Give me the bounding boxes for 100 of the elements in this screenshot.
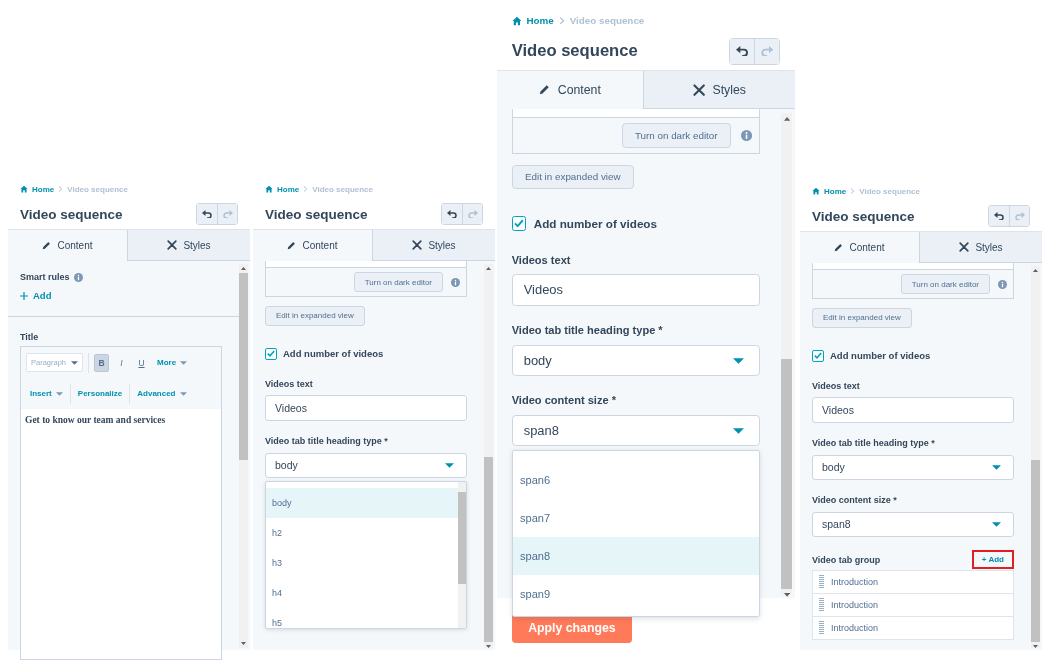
text-field[interactable]: Videos xyxy=(511,273,761,306)
home-icon xyxy=(812,187,820,195)
scroll-down-icon xyxy=(1033,645,1038,648)
cross-icon xyxy=(167,240,178,250)
panel-title: Video sequence xyxy=(265,206,368,222)
breadcrumb-current: Video sequence xyxy=(859,186,920,196)
add-link[interactable]: Add xyxy=(20,290,52,301)
checkbox[interactable] xyxy=(265,347,277,360)
field-label: Video tab title heading type * xyxy=(511,323,664,338)
home-icon xyxy=(265,185,273,193)
breadcrumb-link[interactable]: Home xyxy=(526,15,554,27)
select-field[interactable]: body xyxy=(265,452,467,478)
select-field[interactable]: span8 xyxy=(812,511,1014,537)
checkbox[interactable] xyxy=(511,216,527,231)
chevron-icon xyxy=(303,186,309,192)
checkbox-label: Add number of videos xyxy=(283,348,384,359)
menu-button[interactable]: Insert xyxy=(23,383,70,404)
select-field[interactable]: body xyxy=(812,454,1014,480)
pencil-icon xyxy=(287,240,297,250)
plus-icon xyxy=(20,291,28,300)
checkbox-label: Add number of videos xyxy=(533,217,657,231)
field-label: Videos text xyxy=(265,377,314,390)
dropdown-option[interactable]: body xyxy=(266,487,458,518)
field-label: Video tab title heading type * xyxy=(812,436,936,449)
dropdown-option[interactable]: h2 xyxy=(266,517,458,548)
breadcrumb-link[interactable]: Home xyxy=(824,186,847,196)
list-row[interactable]: Introduction xyxy=(813,592,1013,616)
select-field[interactable]: body xyxy=(511,345,761,376)
check-icon xyxy=(814,352,822,359)
panel-title: Video sequence xyxy=(20,206,123,222)
more-menu-button[interactable]: More xyxy=(154,358,191,367)
field-label: Title xyxy=(20,330,40,343)
caret-icon xyxy=(992,464,1001,470)
cross-icon xyxy=(692,83,706,96)
caret-icon xyxy=(445,462,454,468)
row-label: Introduction xyxy=(831,576,879,587)
breadcrumb-link[interactable]: Home xyxy=(32,184,55,194)
menu-button[interactable]: Advanced xyxy=(129,383,194,404)
secondary-button[interactable]: Edit in expanded view xyxy=(812,307,912,328)
dropdown-option[interactable]: span9 xyxy=(512,575,760,614)
text-field[interactable]: Videos xyxy=(265,394,467,421)
scroll-down-icon xyxy=(486,645,491,648)
dropdown-option[interactable]: h3 xyxy=(266,547,458,578)
info-icon xyxy=(740,129,752,141)
list-row[interactable]: Introduction xyxy=(813,615,1013,639)
secondary-button[interactable]: Edit in expanded view xyxy=(265,305,365,326)
tab[interactable]: Styles xyxy=(127,230,250,261)
select-field[interactable]: span8 xyxy=(511,415,761,447)
undo-icon xyxy=(735,46,749,57)
undo-icon xyxy=(994,212,1004,220)
info-icon xyxy=(451,277,460,287)
checkbox[interactable] xyxy=(812,349,824,362)
breadcrumb-current: Video sequence xyxy=(569,15,645,27)
breadcrumb-current: Video sequence xyxy=(312,184,373,194)
tab[interactable]: Styles xyxy=(919,232,1042,263)
field-label: Videos text xyxy=(511,253,572,268)
field-label: Video content size * xyxy=(812,493,898,506)
undo-icon xyxy=(447,210,457,218)
menu-button[interactable]: Personalize xyxy=(69,383,130,404)
caret-icon xyxy=(179,391,187,396)
scroll-up-icon xyxy=(1033,269,1038,272)
dropdown-option[interactable]: h5 xyxy=(266,607,458,628)
check-icon xyxy=(267,350,275,357)
row-label: Introduction xyxy=(831,599,879,610)
list-row[interactable]: Introduction xyxy=(813,570,1013,593)
dark-editor-button[interactable]: Turn on dark editor xyxy=(900,274,990,294)
caret-icon xyxy=(733,427,745,434)
editor-text: Get to know our team and services xyxy=(25,414,167,425)
dropdown-option[interactable]: span8 xyxy=(512,536,760,575)
format-button[interactable]: U xyxy=(134,353,149,372)
dropdown-option[interactable]: span7 xyxy=(512,498,760,537)
secondary-button[interactable]: Edit in expanded view xyxy=(511,164,634,190)
caret-icon xyxy=(733,357,745,364)
scroll-up-icon xyxy=(241,267,246,270)
chevron-icon xyxy=(558,17,565,25)
format-button[interactable]: B xyxy=(94,353,109,372)
drag-handle-icon xyxy=(819,598,824,611)
dropdown-option[interactable]: span6 xyxy=(512,460,760,499)
caret-icon xyxy=(55,391,63,396)
tab[interactable]: Styles xyxy=(643,71,795,110)
field-label: Video tab group xyxy=(812,553,881,566)
redo-icon xyxy=(760,46,774,57)
breadcrumb-current: Video sequence xyxy=(67,184,128,194)
info-icon xyxy=(73,272,83,282)
tab[interactable]: Styles xyxy=(372,230,495,261)
pencil-icon xyxy=(539,84,551,96)
home-icon xyxy=(511,15,522,26)
field-label: Videos text xyxy=(812,379,861,392)
checkbox-label: Add number of videos xyxy=(830,350,931,361)
breadcrumb-link[interactable]: Home xyxy=(277,184,300,194)
dark-editor-button[interactable]: Turn on dark editor xyxy=(621,122,731,148)
dropdown-option[interactable]: h4 xyxy=(266,577,458,608)
text-field[interactable]: Videos xyxy=(812,396,1014,423)
caret-icon xyxy=(180,360,188,365)
field-label: Video tab title heading type * xyxy=(265,434,389,447)
format-button[interactable]: I xyxy=(114,353,129,372)
field-label: Smart rules xyxy=(20,271,70,283)
redo-icon xyxy=(222,210,233,218)
dark-editor-button[interactable]: Turn on dark editor xyxy=(353,272,443,292)
add-link[interactable]: + Add xyxy=(971,550,1014,569)
